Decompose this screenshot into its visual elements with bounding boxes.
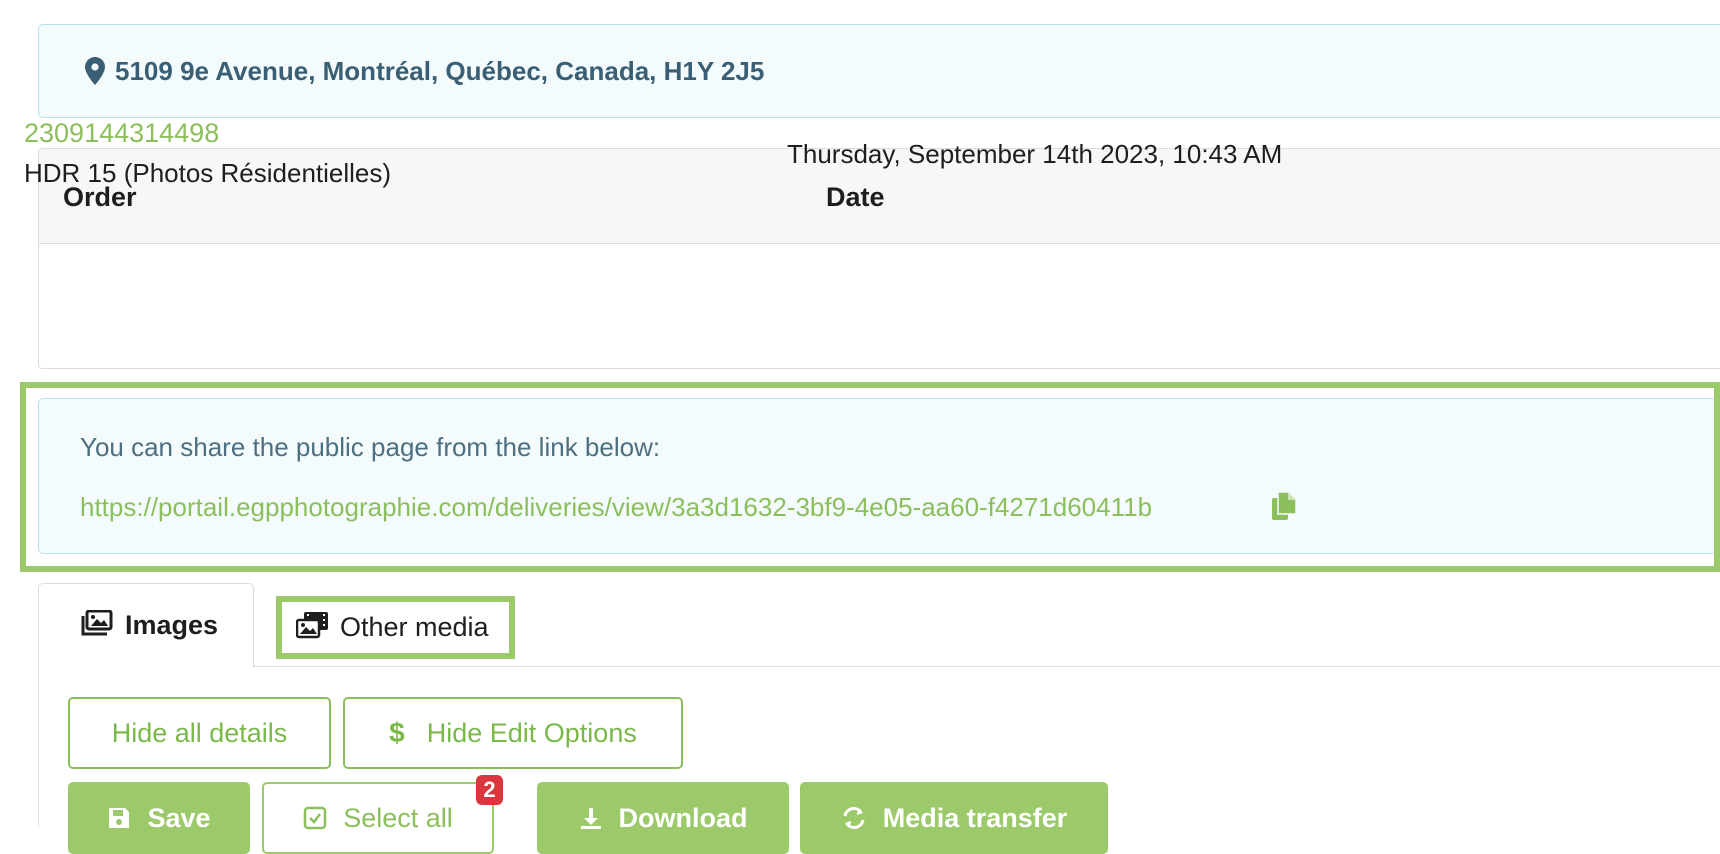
download-label: Download — [618, 802, 748, 833]
column-header-date: Date — [826, 182, 885, 212]
tab-images[interactable]: Images — [38, 583, 254, 668]
order-description: HDR 15 (Photos Résidentielles) — [24, 158, 392, 188]
order-id-link[interactable]: 2309144314498 — [24, 118, 219, 149]
save-label: Save — [147, 802, 211, 833]
sync-icon — [841, 806, 867, 830]
address-text: 5109 9e Avenue, Montréal, Québec, Canada… — [115, 55, 765, 86]
tab-other-media-label: Other media — [340, 612, 489, 642]
tabs-divider — [38, 666, 1720, 667]
photo-film-icon — [295, 611, 330, 644]
checkbox-icon — [303, 806, 327, 830]
save-button[interactable]: Save — [68, 782, 250, 854]
dollar-icon: $ — [389, 717, 405, 748]
share-instructions: You can share the public page from the l… — [80, 432, 661, 462]
panel-border — [38, 667, 39, 827]
tab-other-media[interactable]: Other media — [276, 596, 515, 659]
download-button[interactable]: Download — [537, 782, 789, 854]
tab-images-label: Images — [125, 610, 219, 640]
share-highlight-frame — [20, 382, 1720, 572]
hide-all-details-label: Hide all details — [111, 717, 288, 748]
selection-count-badge: 2 — [476, 775, 503, 805]
media-transfer-button[interactable]: Media transfer — [800, 782, 1108, 854]
address-banner: 5109 9e Avenue, Montréal, Québec, Canada… — [38, 24, 1720, 118]
hide-all-details-button[interactable]: Hide all details — [68, 697, 331, 769]
share-public-link[interactable]: https://portail.egpphotographie.com/deli… — [80, 492, 1152, 523]
images-icon — [81, 609, 113, 641]
media-transfer-label: Media transfer — [882, 802, 1068, 833]
order-date: Thursday, September 14th 2023, 10:43 AM — [787, 139, 1283, 169]
select-all-label: Select all — [343, 802, 453, 833]
download-icon — [579, 806, 603, 830]
select-all-button[interactable]: Select all — [262, 782, 494, 854]
hide-edit-options-label: Hide Edit Options — [426, 717, 637, 748]
copy-icon[interactable] — [1272, 491, 1297, 525]
hide-edit-options-button[interactable]: $ Hide Edit Options — [343, 697, 683, 769]
floppy-disk-icon — [107, 806, 131, 830]
table-row — [39, 244, 1720, 368]
map-marker-icon — [85, 57, 105, 90]
